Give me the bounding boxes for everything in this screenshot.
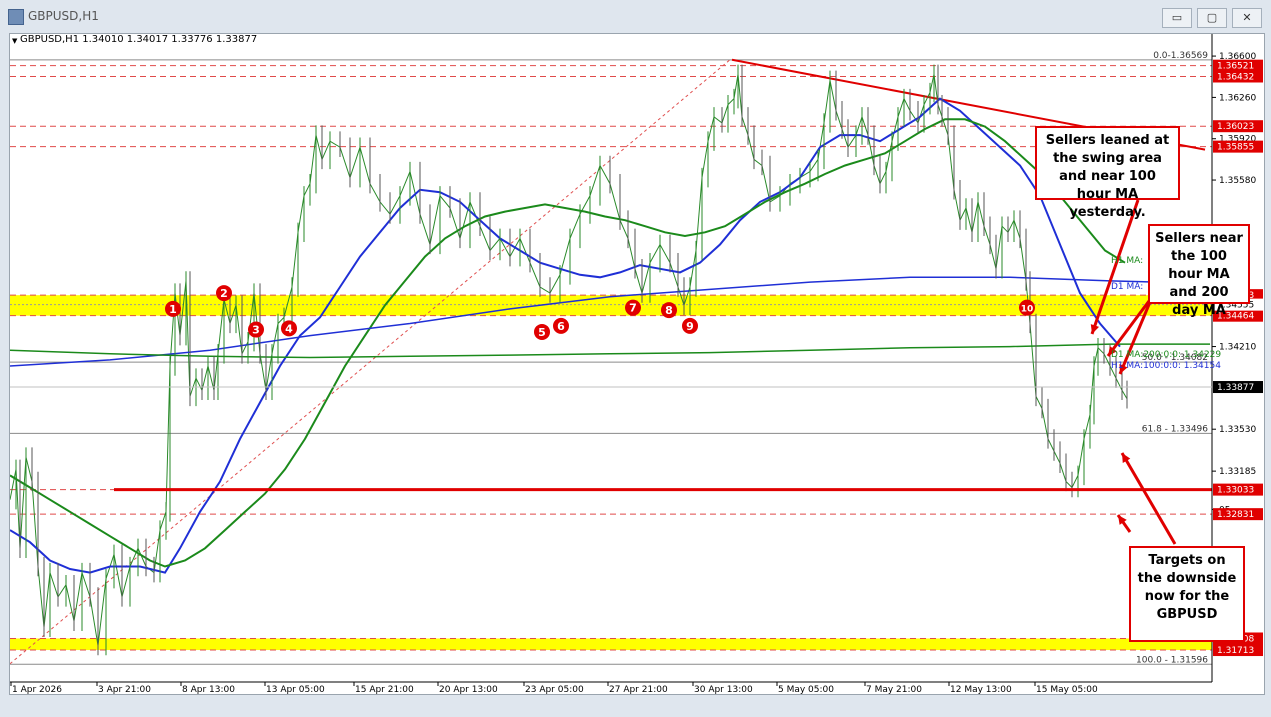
fib-level-label-2: 61.8 - 1.33496: [1142, 424, 1208, 434]
dropdown-arrow-icon[interactable]: ▼: [12, 37, 17, 45]
chart-area[interactable]: 0.0-1.36569 50.0 - 1.34082 61.8 - 1.33496 1…: [9, 33, 1265, 695]
h1-ma200-legend: H1 MA:: [1111, 256, 1144, 266]
marker-label-7: 7: [629, 302, 637, 315]
time-tick-label-3: 13 Apr 05:00: [266, 685, 325, 694]
marker-label-8: 8: [665, 304, 673, 317]
price-tick-label-5: 1.33530: [1219, 425, 1256, 435]
time-tick-label-12: 15 May 05:00: [1036, 685, 1098, 694]
time-tick-label-4: 15 Apr 21:00: [355, 685, 414, 694]
price-tick-label-6: 1.33185: [1219, 467, 1256, 477]
minimize-button[interactable]: ▭: [1162, 8, 1192, 28]
marker-label-6: 6: [557, 320, 565, 333]
callout-swing-area: Sellers leaned at the swing area and nea…: [1035, 126, 1180, 220]
time-tick-label-7: 27 Apr 21:00: [609, 685, 668, 694]
marker-label-5: 5: [538, 326, 546, 339]
time-tick-label-1: 3 Apr 21:00: [98, 685, 151, 694]
callout-downside-targets: Targets on the downside now for the GBPU…: [1129, 546, 1245, 642]
d1-ma100-legend: D1 MA:: [1111, 282, 1144, 292]
time-tick-label-10: 7 May 21:00: [866, 685, 922, 694]
yellow-zone-1: [10, 638, 1212, 651]
price-tick-label-1: 1.36260: [1219, 93, 1256, 103]
h1-ma100-legend: H1 MA:100:0:0: 1.34154: [1111, 361, 1221, 371]
close-button[interactable]: ✕: [1232, 8, 1262, 28]
callout-sellers-ma: Sellers near the 100 hour MA and 200 day…: [1148, 224, 1250, 318]
current-price-tag: 1.33877: [1217, 383, 1254, 393]
series-h1_ma200: [10, 118, 1126, 568]
level-tag-0: 1.36521: [1217, 62, 1254, 72]
maximize-button[interactable]: ▢: [1197, 8, 1227, 28]
annotation-arrowhead-0: [1090, 324, 1100, 334]
time-tick-label-5: 20 Apr 13:00: [439, 685, 498, 694]
price-tick-label-3: 1.35580: [1219, 176, 1256, 186]
time-tick-label-6: 23 Apr 05:00: [525, 685, 584, 694]
fib-level-label-0: 0.0-1.36569: [1153, 51, 1208, 61]
marker-label-3: 3: [252, 324, 260, 337]
time-tick-label-0: 1 Apr 2026: [12, 685, 62, 694]
time-tick-label-9: 5 May 05:00: [778, 685, 834, 694]
fib-level-label-3: 100.0 - 1.31596: [1136, 655, 1208, 665]
title-bar: GBPUSD,H1 ▭ ▢ ✕: [0, 0, 1271, 34]
time-tick-label-11: 12 May 13:00: [950, 685, 1012, 694]
level-tag-7: 1.32831: [1217, 510, 1254, 520]
marker-label-1: 1: [169, 303, 177, 316]
symbol-info: GBPUSD,H1 1.34010 1.34017 1.33776 1.3387…: [20, 34, 258, 45]
time-tick-label-2: 8 Apr 13:00: [182, 685, 235, 694]
level-tag-9: 1.31713: [1217, 646, 1254, 656]
level-tag-2: 1.36023: [1217, 122, 1254, 132]
level-tag-3: 1.35855: [1217, 143, 1254, 153]
time-tick-label-8: 30 Apr 13:00: [694, 685, 753, 694]
chart-window-icon: [8, 9, 24, 25]
level-tag-6: 1.33033: [1217, 486, 1254, 496]
marker-label-2: 2: [220, 287, 228, 300]
marker-label-9: 9: [686, 320, 694, 333]
marker-label-10: 10: [1021, 305, 1034, 315]
price-tick-label-4: 1.34210: [1219, 343, 1256, 353]
series-price: [10, 74, 1128, 646]
d1-ma200-legend: D1 MA:200:0:0: 1.34229: [1111, 350, 1222, 360]
window-title: GBPUSD,H1: [28, 9, 99, 23]
marker-label-4: 4: [285, 322, 293, 335]
level-tag-1: 1.36432: [1217, 72, 1254, 82]
